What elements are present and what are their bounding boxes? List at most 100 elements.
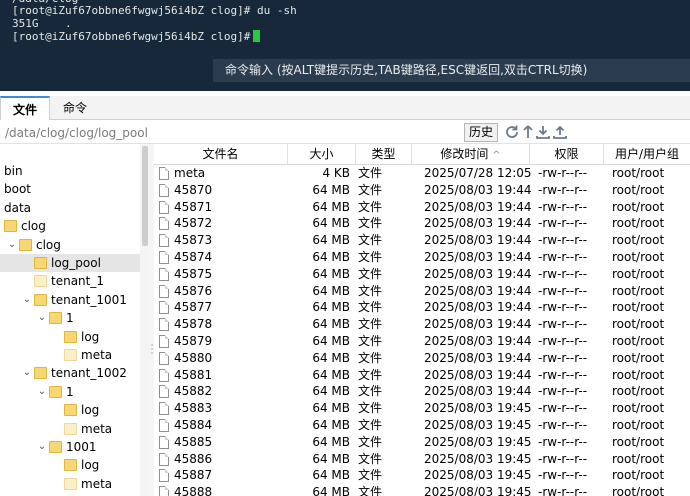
upload-icon[interactable] [552,124,568,140]
chevron-down-icon[interactable]: ⌄ [36,309,48,327]
tree-item[interactable]: bin [0,162,140,180]
path-input[interactable] [3,123,458,142]
cell-filename: 45885 [174,435,213,449]
cell-permissions: -rw-r--r-- [538,267,588,281]
tree-item[interactable]: log [0,328,140,346]
history-button[interactable]: 历史 [464,123,498,142]
table-row[interactable]: 45880 64 MB 文件 2025/08/03 19:44 -rw-r--r-- ro… [154,350,690,367]
table-row[interactable]: 45886 64 MB 文件 2025/08/03 19:45 -rw-r--r-- ro… [154,451,690,468]
tree-scrollbar[interactable] [140,144,150,496]
tree-item-label: tenant_1 [51,274,104,288]
tree-item[interactable]: log_pool [0,254,140,272]
chevron-down-icon[interactable]: ⌄ [21,364,33,382]
table-row[interactable]: 45882 64 MB 文件 2025/08/03 19:44 -rw-r--r-- ro… [154,383,690,400]
tree-item[interactable]: ⌄ 1 [0,309,140,327]
cell-filename: 45887 [174,468,213,482]
tab-commands[interactable]: 命令 [52,96,98,120]
tree-item[interactable]: ⌄ clog [0,236,140,254]
tree-item[interactable]: meta [0,475,140,493]
table-row[interactable]: 45885 64 MB 文件 2025/08/03 19:45 -rw-r--r-- ro… [154,434,690,451]
chevron-down-icon[interactable]: ⌄ [21,291,33,309]
file-icon [159,369,169,382]
tree-item[interactable]: tenant_1 [0,272,140,290]
tree-item-label: tenant_1002 [51,366,127,380]
cell-owner: root/root [612,418,665,432]
file-icon [159,453,169,466]
terminal-prompt[interactable]: [root@iZuf67obbne6fwgwj56i4bZ clog]# [12,30,261,44]
tree-item-label: log_pool [51,256,101,270]
column-header-owner[interactable]: 用户/用户组 [604,144,690,165]
file-icon [159,285,169,298]
cell-mtime: 2025/08/03 19:45 [424,452,532,466]
folder-icon [34,294,47,306]
cell-mtime: 2025/08/03 19:45 [424,485,532,496]
tree-scrollbar-thumb[interactable] [142,146,148,246]
table-row[interactable]: 45873 64 MB 文件 2025/08/03 19:44 -rw-r--r-- ro… [154,232,690,249]
table-row[interactable]: 45883 64 MB 文件 2025/08/03 19:45 -rw-r--r-- ro… [154,400,690,417]
cell-size: 64 MB [312,200,350,214]
cell-type: 文件 [358,368,383,382]
tree-item[interactable]: data [0,199,140,217]
cell-size: 64 MB [312,435,350,449]
cell-mtime: 2025/08/03 19:45 [424,418,532,432]
table-row[interactable]: 45881 64 MB 文件 2025/08/03 19:44 -rw-r--r-- ro… [154,367,690,384]
column-header-name[interactable]: 文件名 [154,144,288,165]
tree-item[interactable]: ⌄ 1001 [0,438,140,456]
table-row[interactable]: meta 4 KB 文件 2025/07/28 12:05 -rw-r--r-- root… [154,165,690,182]
cell-type: 文件 [358,401,383,415]
cell-filename: 45884 [174,418,213,432]
tree-item[interactable]: log [0,456,140,474]
refresh-icon[interactable] [504,124,520,140]
cell-filename: 45871 [174,200,213,214]
column-header-size[interactable]: 大小 [288,144,356,165]
tab-files[interactable]: 文件 [0,96,50,120]
chevron-down-icon[interactable]: ⌄ [36,383,48,401]
table-row[interactable]: 45887 64 MB 文件 2025/08/03 19:45 -rw-r--r-- ro… [154,467,690,484]
table-row[interactable]: 45888 64 MB 文件 2025/08/03 19:45 -rw-r--r-- ro… [154,484,690,496]
table-row[interactable]: 45872 64 MB 文件 2025/08/03 19:44 -rw-r--r-- ro… [154,215,690,232]
tree-item[interactable]: clog [0,217,140,235]
cell-type: 文件 [358,468,383,482]
table-row[interactable]: 45884 64 MB 文件 2025/08/03 19:45 -rw-r--r-- ro… [154,417,690,434]
tree-item[interactable]: log [0,401,140,419]
chevron-down-icon[interactable]: ⌄ [6,236,18,254]
cell-size: 64 MB [312,183,350,197]
tree-item[interactable]: ⌄ 1 [0,383,140,401]
cell-owner: root/root [612,200,665,214]
tree-item[interactable]: meta [0,346,140,364]
tree-item[interactable]: ⌄ tenant_1002 [0,364,140,382]
cell-size: 4 KB [322,166,350,180]
table-row[interactable]: 45877 64 MB 文件 2025/08/03 19:44 -rw-r--r-- ro… [154,299,690,316]
table-row[interactable]: 45878 64 MB 文件 2025/08/03 19:44 -rw-r--r-- ro… [154,316,690,333]
cell-filename: 45876 [174,284,213,298]
table-row[interactable]: 45875 64 MB 文件 2025/08/03 19:44 -rw-r--r-- ro… [154,266,690,283]
tree-item[interactable]: ⌄ tenant_1001 [0,291,140,309]
cell-owner: root/root [612,317,665,331]
cell-owner: root/root [612,452,665,466]
table-row[interactable]: 45874 64 MB 文件 2025/08/03 19:44 -rw-r--r-- ro… [154,249,690,266]
chevron-down-icon[interactable]: ⌄ [36,438,48,456]
cell-permissions: -rw-r--r-- [538,200,588,214]
command-input-hint[interactable]: 命令输入 (按ALT键提示历史,TAB键路径,ESC键返回,双击CTRL切换) [213,59,690,82]
cell-type: 文件 [358,267,383,281]
column-header-mtime[interactable]: 修改时间 ^ [412,144,530,165]
up-directory-icon[interactable] [520,124,536,140]
tree-item-label: 1 [66,311,74,325]
column-header-permissions[interactable]: 权限 [530,144,604,165]
tree-item[interactable]: meta [0,420,140,438]
directory-tree[interactable]: bin boot data clog ⌄ clog log_pool tenant_1 ⌄ ten… [0,144,150,496]
path-bar: 历史 [0,121,690,144]
table-row[interactable]: 45870 64 MB 文件 2025/08/03 19:44 -rw-r--r-- ro… [154,182,690,199]
column-header-type[interactable]: 类型 [356,144,412,165]
tree-item[interactable]: boot [0,180,140,198]
cell-size: 64 MB [312,216,350,230]
terminal-panel[interactable]: /data/clog [root@iZuf67obbne6fwgwj56i4bZ… [0,0,690,91]
table-row[interactable]: 45879 64 MB 文件 2025/08/03 19:44 -rw-r--r-- ro… [154,333,690,350]
file-icon [159,184,169,197]
table-row[interactable]: 45876 64 MB 文件 2025/08/03 19:44 -rw-r--r-- ro… [154,283,690,300]
file-icon [159,268,169,281]
cell-type: 文件 [358,216,383,230]
table-row[interactable]: 45871 64 MB 文件 2025/08/03 19:44 -rw-r--r-- ro… [154,199,690,216]
download-icon[interactable] [535,124,551,140]
cell-permissions: -rw-r--r-- [538,166,588,180]
